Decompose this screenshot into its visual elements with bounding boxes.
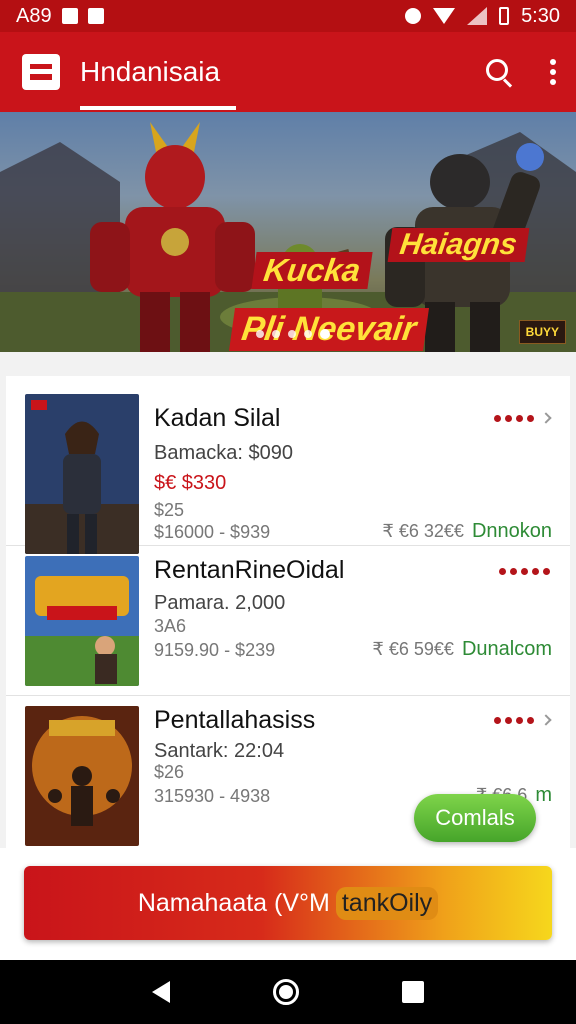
- chevron-right-icon: [540, 412, 552, 424]
- signal-icon: [467, 7, 488, 25]
- more-vert-icon[interactable]: [550, 59, 556, 85]
- product-price-range: 9159.90 - $239: [154, 640, 276, 660]
- notification-icon: [61, 8, 78, 24]
- product-list: Kadan Silal Bamacka: $090 $€ $330 $25 $1…: [6, 376, 570, 848]
- cta-highlight: tankOily: [335, 886, 439, 920]
- product-thumbnail: [25, 706, 139, 846]
- pagination-dot[interactable]: [288, 330, 296, 338]
- product-price-range: 315930 - 4938: [154, 786, 271, 806]
- pagination-dot[interactable]: [256, 330, 264, 338]
- product-small-price: $25: [154, 500, 185, 520]
- status-bar: A89 5:30: [0, 0, 576, 32]
- rating-dots[interactable]: [494, 412, 552, 424]
- alarm-icon: [405, 8, 422, 24]
- chevron-right-icon: [540, 714, 552, 726]
- product-price-range: $16000 - $939: [154, 522, 271, 542]
- rating-dots[interactable]: [494, 714, 552, 726]
- product-thumbnail: [25, 394, 139, 554]
- app-logo-icon[interactable]: [22, 54, 60, 90]
- product-status[interactable]: Dnnokon: [472, 520, 552, 543]
- product-small-price: 3A6: [154, 616, 187, 636]
- title-underline: [80, 106, 236, 110]
- pagination-dot[interactable]: [304, 330, 312, 338]
- search-icon[interactable]: [484, 57, 514, 88]
- pagination-dot-active[interactable]: [320, 329, 330, 339]
- banner-headline-2: Haiagns: [387, 228, 530, 262]
- product-subtitle: Pamara. 2,000: [154, 592, 286, 614]
- recent-apps-icon[interactable]: [402, 981, 425, 1003]
- promo-banner[interactable]: Kucka Haiagns Pli Neevair BUYY: [0, 112, 576, 352]
- product-code: ₹ €6 59€€: [372, 639, 454, 659]
- product-subtitle: Santark: 22:04: [154, 740, 285, 762]
- app-bar: Hndanisaia: [0, 32, 576, 112]
- home-icon[interactable]: [272, 979, 299, 1005]
- product-small-price: $26: [154, 762, 185, 782]
- app-title: Hndanisaia: [80, 56, 221, 87]
- rating-dots[interactable]: [499, 568, 550, 575]
- cta-label: Namahaata (V°M: [137, 888, 330, 917]
- status-time-right: 5:30: [521, 4, 560, 27]
- product-price: $€ $330: [154, 472, 227, 494]
- gallery-icon: [87, 8, 104, 24]
- list-item[interactable]: Kadan Silal Bamacka: $090 $€ $330 $25 $1…: [6, 376, 570, 554]
- product-status[interactable]: Dunalcom: [462, 638, 552, 661]
- battery-icon: [499, 7, 510, 25]
- back-icon[interactable]: [151, 981, 170, 1003]
- pagination-dot[interactable]: [272, 330, 280, 338]
- banner-pagination[interactable]: [256, 329, 330, 339]
- system-nav-bar: [0, 960, 576, 1024]
- product-thumbnail: [25, 556, 139, 686]
- product-status[interactable]: m: [535, 784, 552, 807]
- product-name: Pentallahasiss: [154, 706, 316, 734]
- primary-cta-button[interactable]: Namahaata (V°M tankOily: [24, 866, 552, 940]
- product-subtitle: Bamacka: $090: [154, 442, 293, 464]
- product-code: ₹ €6 32€€: [382, 521, 464, 541]
- product-name: RentanRineOidal: [154, 556, 345, 584]
- compare-button[interactable]: Comlals: [414, 794, 536, 842]
- banner-headline-1: Kucka: [251, 252, 373, 289]
- list-item[interactable]: RentanRineOidal Pamara. 2,000 3A6 9159.9…: [6, 546, 570, 696]
- product-name: Kadan Silal: [154, 404, 281, 432]
- banner-badge: BUYY: [518, 320, 566, 344]
- wifi-icon: [433, 8, 456, 24]
- status-time-left: A89: [16, 4, 52, 27]
